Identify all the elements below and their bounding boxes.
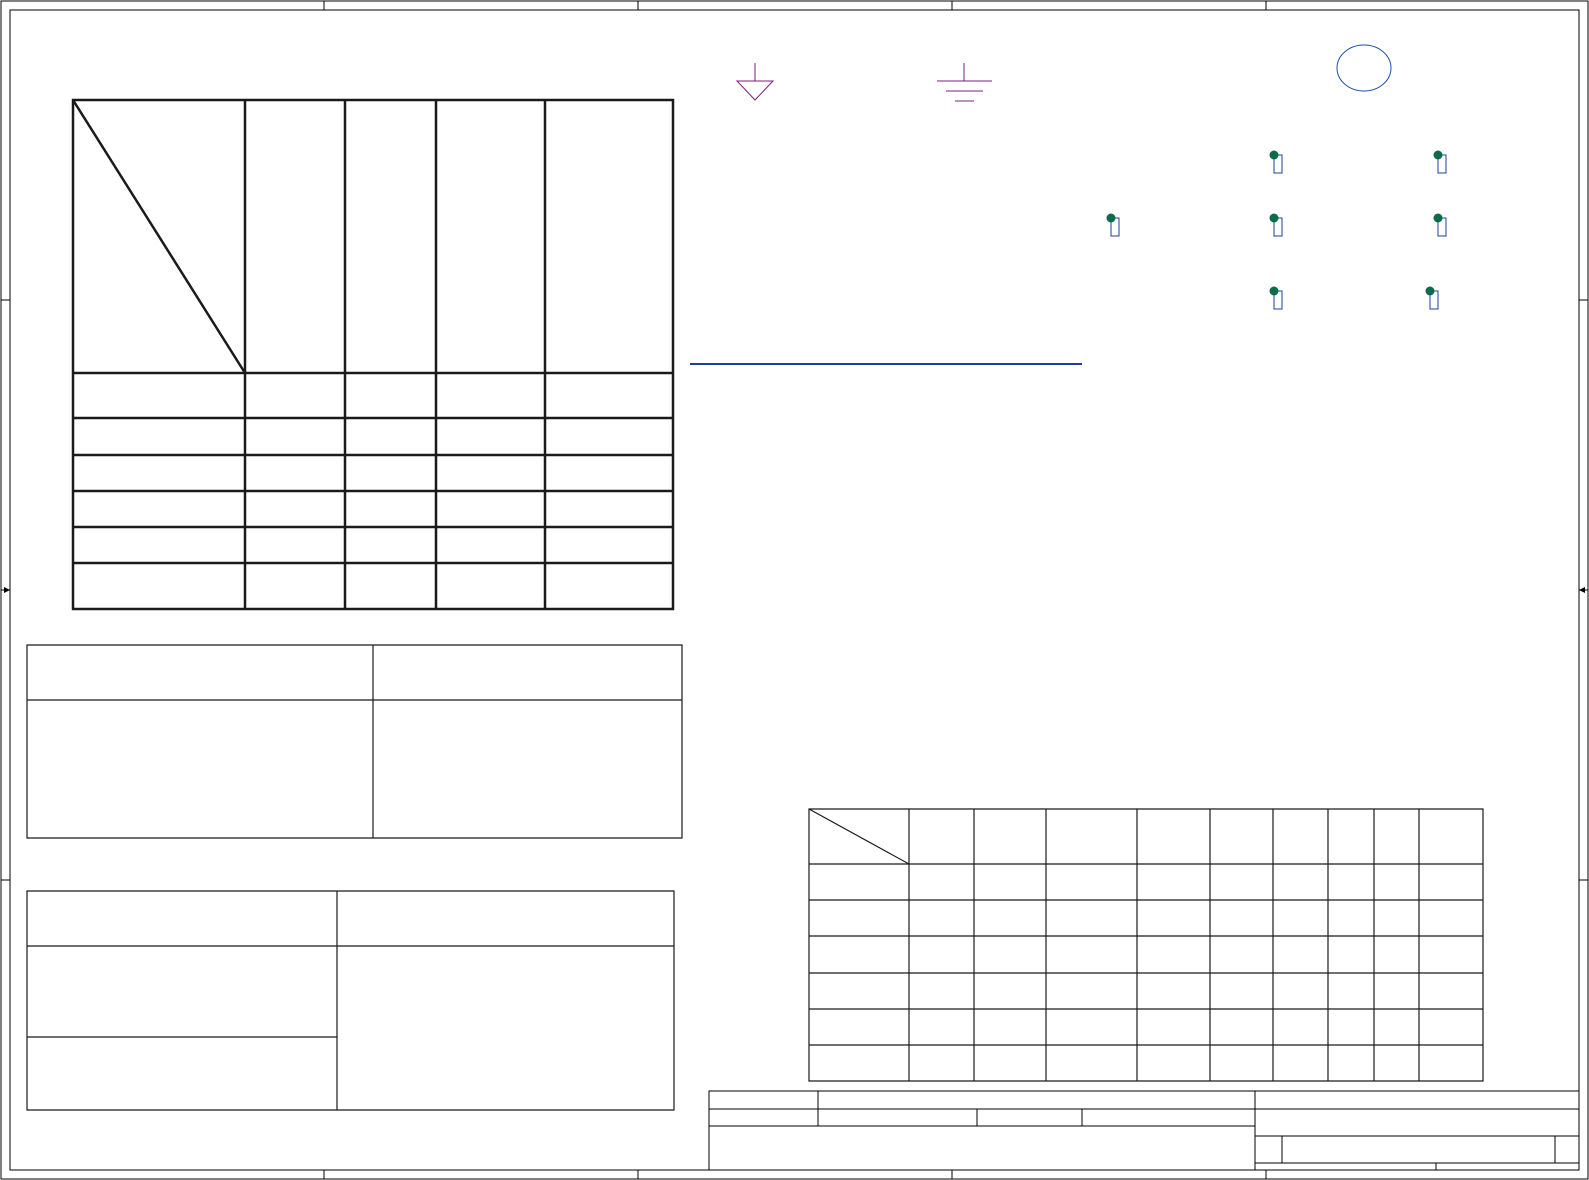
pin-item bbox=[1425, 286, 1439, 310]
sheet-border bbox=[1, 1, 1588, 1179]
center-arrow-right-icon bbox=[1579, 587, 1585, 593]
earth-ground-icon bbox=[937, 63, 992, 101]
grid-table-diagonal bbox=[809, 809, 909, 864]
schematic-sheet bbox=[0, 0, 1589, 1180]
circle-marker-icon bbox=[1337, 45, 1391, 91]
signal-ground-triangle bbox=[737, 81, 773, 100]
junction-dot-icon bbox=[1433, 150, 1443, 160]
info-table-upper-frame bbox=[27, 645, 682, 838]
center-arrow-icons bbox=[4, 587, 1585, 593]
center-arrow-left-icon bbox=[4, 587, 10, 593]
title-block-frame bbox=[709, 1091, 1579, 1170]
signal-ground-icon bbox=[737, 63, 773, 100]
pin-item bbox=[1433, 150, 1447, 174]
pin-item bbox=[1269, 286, 1283, 310]
junction-dot-icon bbox=[1269, 150, 1279, 160]
large-table bbox=[73, 100, 673, 609]
info-table-lower bbox=[27, 891, 674, 1110]
pin-group bbox=[1106, 150, 1447, 310]
junction-dot-icon bbox=[1433, 213, 1443, 223]
large-table-diagonal bbox=[73, 100, 245, 373]
outer-border bbox=[1, 1, 1588, 1179]
title-block bbox=[709, 1091, 1579, 1170]
info-table-lower-frame bbox=[27, 891, 674, 1110]
junction-dot-icon bbox=[1269, 286, 1279, 296]
pin-item bbox=[1269, 150, 1283, 174]
large-table-frame bbox=[73, 100, 673, 609]
grid-table-frame bbox=[809, 809, 1483, 1081]
junction-dot-icon bbox=[1425, 286, 1435, 296]
pin-item bbox=[1269, 213, 1283, 237]
pin-item bbox=[1106, 213, 1120, 237]
grid-table bbox=[809, 809, 1483, 1081]
pin-item bbox=[1433, 213, 1447, 237]
info-table-upper bbox=[27, 645, 682, 838]
junction-dot-icon bbox=[1106, 213, 1116, 223]
junction-dot-icon bbox=[1269, 213, 1279, 223]
